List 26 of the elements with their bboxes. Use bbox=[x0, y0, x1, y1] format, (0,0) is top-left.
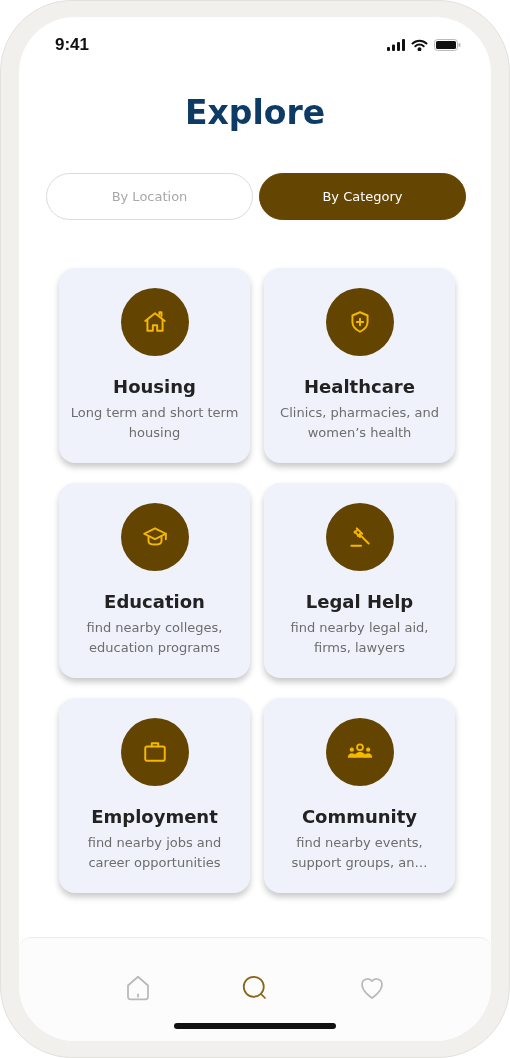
category-description: find nearby colleges, education programs bbox=[85, 619, 224, 657]
status-time: 9:41 bbox=[55, 35, 90, 55]
category-description: find nearby legal aid, firms, lawyers bbox=[289, 619, 430, 657]
page-title: Explore bbox=[183, 93, 327, 133]
category-title: Employment bbox=[91, 806, 218, 827]
category-description: find nearby jobs and career opportunities bbox=[86, 834, 223, 872]
category-description: find nearby events, support groups, an… bbox=[290, 834, 429, 872]
category-title: Education bbox=[104, 591, 205, 612]
category-title: Community bbox=[301, 806, 418, 827]
category-card[interactable]: Legal Help find nearby legal aid, firms, lawyers bbox=[264, 483, 455, 678]
house-icon bbox=[141, 309, 168, 335]
category-card[interactable]: Healthcare Clinics, pharmacies, and women’s health bbox=[264, 268, 455, 463]
filter-tab[interactable]: By Category bbox=[259, 173, 466, 220]
category-title: Healthcare bbox=[304, 376, 415, 397]
category-description: Clinics, pharmacies, and women’s health bbox=[279, 404, 440, 442]
signal-icon bbox=[387, 39, 405, 51]
category-title: Housing bbox=[113, 376, 196, 397]
category-card[interactable]: Community find nearby events, support groups, an… bbox=[264, 698, 455, 893]
category-card[interactable]: Education find nearby colleges, education programs bbox=[59, 483, 250, 678]
category-title: Legal Help bbox=[305, 591, 414, 612]
battery-icon bbox=[434, 39, 461, 51]
wifi-icon bbox=[411, 39, 428, 51]
briefcase-icon bbox=[141, 739, 168, 765]
category-card[interactable]: Employment find nearby jobs and career opportunities bbox=[59, 698, 250, 893]
category-card[interactable]: Housing Long term and short term housing bbox=[59, 268, 250, 463]
category-description: Long term and short term housing bbox=[69, 404, 240, 442]
